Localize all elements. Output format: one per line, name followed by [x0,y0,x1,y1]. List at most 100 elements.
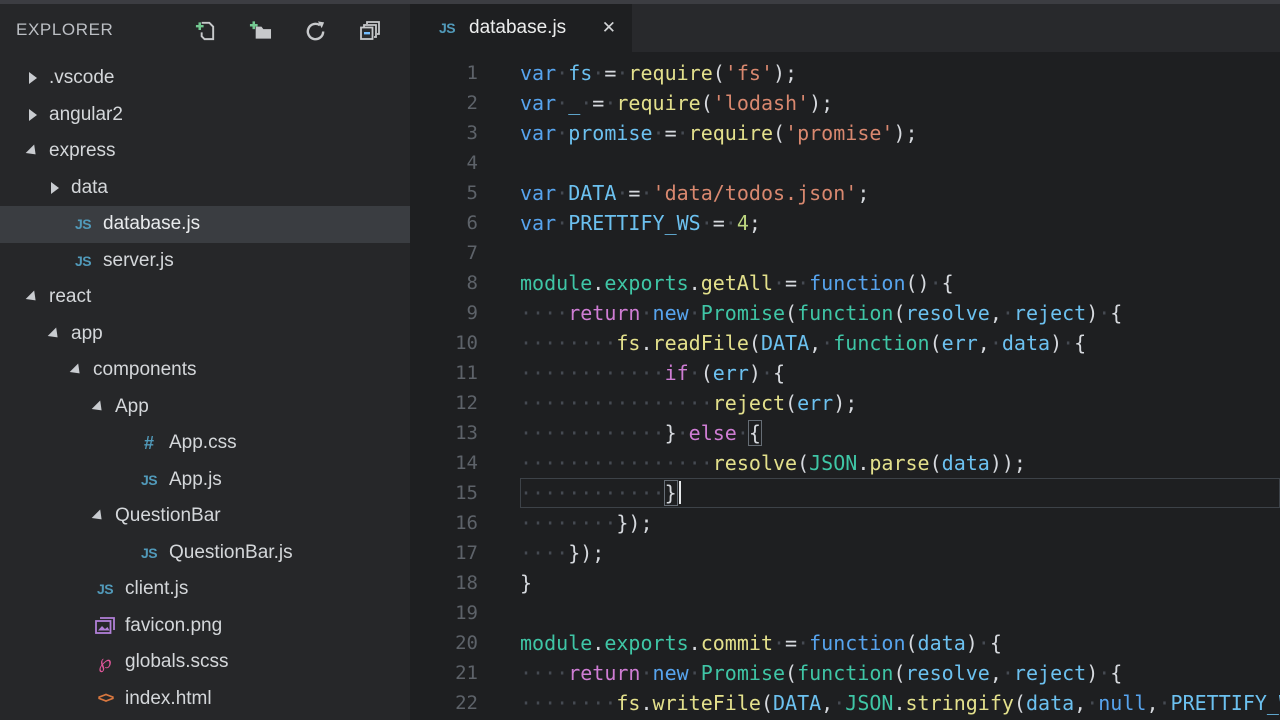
code-line-content: ············if·(err)·{ [478,358,1280,388]
code-line[interactable]: 19 [410,598,1280,628]
tree-item-.vscode[interactable]: .vscode [0,60,410,97]
whitespace-dot: · [604,511,616,535]
code-line[interactable]: 18} [410,568,1280,598]
code-token: ; [857,181,869,205]
whitespace-dot: · [1086,691,1098,715]
code-line-content: ····return·new·Promise(function(resolve,… [478,298,1280,328]
chevron-expanded-icon[interactable] [50,328,62,340]
code-line[interactable]: 5var·DATA·=·'data/todos.json'; [410,178,1280,208]
whitespace-dot: · [689,301,701,325]
code-editor[interactable]: 1var·fs·=·require('fs');2var·_·=·require… [410,52,1280,720]
code-token: reject [1014,661,1086,685]
code-token: = [628,181,640,205]
tree-item-label: server.js [103,250,174,272]
tree-item-server.js[interactable]: JSserver.js [0,243,410,280]
code-line[interactable]: 11············if·(err)·{ [410,358,1280,388]
code-token: data [942,451,990,475]
whitespace-dot: · [544,331,556,355]
code-line[interactable]: 13············}·else·{ [410,418,1280,448]
tab-database-js[interactable]: JS database.js ✕ [410,4,632,52]
code-token: = [604,61,616,85]
code-token: ············ [520,421,665,445]
chevron-expanded-icon[interactable] [28,291,40,303]
refresh-button[interactable] [303,18,327,42]
tree-item-app.css[interactable]: #App.css [0,425,410,462]
code-line[interactable]: 2var·_·=·require('lodash'); [410,88,1280,118]
code-token: · [833,691,845,715]
whitespace-dot: · [653,121,665,145]
code-token: { [1110,301,1122,325]
chevron-collapsed-icon[interactable] [28,109,40,121]
code-token: ( [930,331,942,355]
code-line[interactable]: 9····return·new·Promise(function(resolve… [410,298,1280,328]
code-token: . [592,271,604,295]
tree-item-data[interactable]: data [0,170,410,207]
code-token: · [556,61,568,85]
new-folder-button[interactable] [248,18,272,42]
code-line[interactable]: 3var·promise·=·require('promise'); [410,118,1280,148]
whitespace-dot: · [556,121,568,145]
chevron-collapsed-icon[interactable] [50,182,62,194]
whitespace-dot: · [532,361,544,385]
close-tab-icon[interactable]: ✕ [602,18,616,38]
tree-item-questionbar.js[interactable]: JSQuestionBar.js [0,535,410,572]
tree-item-components[interactable]: components [0,352,410,389]
code-line-content: ············}·else·{ [478,418,1280,448]
chevron-collapsed-icon[interactable] [28,72,40,84]
tree-item-express[interactable]: express [0,133,410,170]
whitespace-dot: · [544,391,556,415]
js-file-icon: JS [138,545,160,561]
code-token: = [785,271,797,295]
code-token: module [520,631,592,655]
code-line[interactable]: 10········fs.readFile(DATA,·function(err… [410,328,1280,358]
code-line[interactable]: 16········}); [410,508,1280,538]
chevron-expanded-icon[interactable] [94,401,106,413]
code-line[interactable]: 21····return·new·Promise(function(resolv… [410,658,1280,688]
code-token: readFile [653,331,749,355]
tree-item-questionbar[interactable]: QuestionBar [0,498,410,535]
code-line[interactable]: 8module.exports.getAll·=·function()·{ [410,268,1280,298]
code-line[interactable]: 17····}); [410,538,1280,568]
whitespace-dot: · [532,661,544,685]
whitespace-dot: · [677,121,689,145]
code-line[interactable]: 7 [410,238,1280,268]
code-token: function [809,271,905,295]
tree-item-app.js[interactable]: JSApp.js [0,462,410,499]
code-line[interactable]: 15············} [410,478,1280,508]
code-line[interactable]: 22········fs.writeFile(DATA,·JSON.string… [410,688,1280,718]
new-file-button[interactable] [193,18,217,42]
tree-item-react[interactable]: react [0,279,410,316]
tree-item-index.html[interactable]: <>index.html [0,681,410,718]
code-line[interactable]: 4 [410,148,1280,178]
code-line[interactable]: 1var·fs·=·require('fs'); [410,58,1280,88]
line-number: 13 [410,418,478,448]
collapse-all-button[interactable] [358,18,382,42]
code-line[interactable]: 20module.exports.commit·=·function(data)… [410,628,1280,658]
tree-item-app[interactable]: app [0,316,410,353]
code-token: ········ [520,691,616,715]
whitespace-dot: · [580,451,592,475]
code-token: exports [604,631,688,655]
code-token: require [689,121,773,145]
code-token: ) [1050,331,1062,355]
whitespace-dot: · [520,511,532,535]
code-line[interactable]: 6var·PRETTIFY_WS·=·4; [410,208,1280,238]
whitespace-dot: · [628,361,640,385]
code-token: · [1062,331,1074,355]
whitespace-dot: · [520,421,532,445]
chevron-expanded-icon[interactable] [28,145,40,157]
tree-item-app[interactable]: App [0,389,410,426]
code-line[interactable]: 12················reject(err); [410,388,1280,418]
tree-item-globals.scss[interactable]: ℘globals.scss [0,644,410,681]
whitespace-dot: · [1098,301,1110,325]
tree-item-database.js[interactable]: JSdatabase.js [0,206,410,243]
tab-label: database.js [469,17,566,39]
chevron-expanded-icon[interactable] [94,510,106,522]
chevron-expanded-icon[interactable] [72,364,84,376]
tree-item-favicon.png[interactable]: favicon.png [0,608,410,645]
tree-item-client.js[interactable]: JSclient.js [0,571,410,608]
code-token: parse [869,451,929,475]
whitespace-dot: · [568,361,580,385]
code-line[interactable]: 14················resolve(JSON.parse(dat… [410,448,1280,478]
tree-item-angular2[interactable]: angular2 [0,97,410,134]
